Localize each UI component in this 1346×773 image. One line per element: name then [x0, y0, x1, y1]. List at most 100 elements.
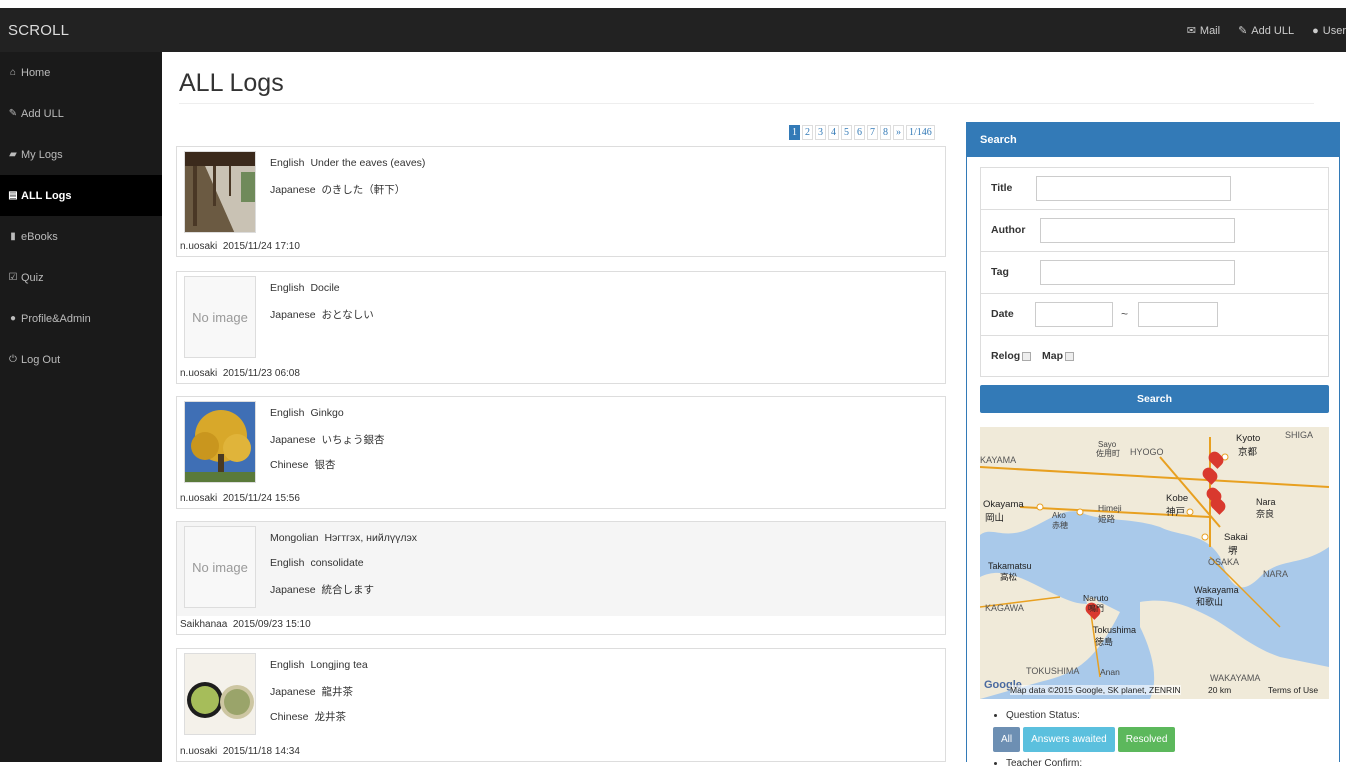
page-link-6[interactable]: 6 [854, 125, 865, 140]
sidebar-item-label: Add ULL [21, 107, 64, 120]
page-link-8[interactable]: 8 [880, 125, 891, 140]
map-terms-link[interactable]: Terms of Use [1268, 685, 1318, 695]
sidebar-item-label: Profile&Admin [21, 312, 91, 325]
sidebar-item-log-out[interactable]: ⏻ Log Out [0, 339, 162, 380]
log-line: Chinese 银杏 [270, 459, 336, 471]
add-ull-label: Add ULL [1251, 24, 1295, 37]
map-label: TOKUSHIMA [1026, 666, 1080, 676]
power-icon: ⏻ [9, 354, 17, 365]
log-thumbnail[interactable] [184, 151, 256, 233]
log-card[interactable]: English Ginkgo Japanese いちょう銀杏 Chinese 银杏 n… [176, 396, 946, 509]
page-link-1[interactable]: 1 [789, 125, 800, 140]
relog-checkbox[interactable] [1022, 351, 1032, 361]
log-line: English consolidate [270, 557, 364, 569]
log-author[interactable]: n.uosaki [180, 368, 217, 379]
log-footer: n.uosaki 2015/11/24 15:56 [177, 490, 945, 508]
date-from-input[interactable] [1035, 302, 1113, 327]
brand-logo[interactable]: SCROLL [8, 22, 69, 39]
map-label: SHIGA [1285, 430, 1314, 440]
log-line: Japanese 統合します [270, 584, 375, 596]
page-link-3[interactable]: 3 [815, 125, 826, 140]
log-line: Japanese いちょう銀杏 [270, 434, 385, 446]
log-card[interactable]: English Under the eaves (eaves) Japanese の… [176, 146, 946, 257]
filter-all-button[interactable]: All [993, 727, 1021, 752]
checkbox-icon: ☑ [8, 272, 18, 283]
sidebar-item-all-logs[interactable]: ▤ ALL Logs [0, 175, 162, 216]
sidebar-item-add-ull[interactable]: ✎ Add ULL [0, 93, 162, 134]
log-line: Mongolian Нэгтгэх, нийлүүлэх [270, 532, 417, 544]
envelope-icon: ✉ [1186, 25, 1196, 37]
log-card[interactable]: No image Mongolian Нэгтгэх, нийлүүлэх Eng… [176, 521, 946, 635]
log-line: English Docile [270, 282, 340, 294]
sidebar-item-home[interactable]: ⌂ Home [0, 52, 162, 93]
map-label: 堺 [1228, 546, 1238, 557]
sidebar-item-ebooks[interactable]: ▮ eBooks [0, 216, 162, 257]
map-label: HYOGO [1130, 447, 1164, 457]
map-checkbox[interactable] [1065, 351, 1074, 361]
log-line: Chinese 龙井茶 [270, 711, 347, 723]
log-thumbnail[interactable]: No image [184, 526, 256, 608]
map-label: Nara [1256, 497, 1276, 507]
page-next-link[interactable]: » [893, 125, 904, 140]
tag-input[interactable] [1040, 260, 1235, 285]
top-navbar: SCROLL ✉ Mail ✎ Add ULL ● User [0, 8, 1346, 52]
sidebar-item-label: Log Out [21, 353, 61, 366]
date-label: Date [991, 308, 1014, 320]
map-view[interactable]: Kyoto 京都 SHIGA HYOGO Sayo 佐用町 KAYAMA Oka… [980, 427, 1329, 699]
search-button[interactable]: Search [980, 385, 1329, 413]
top-nav-links: ✉ Mail ✎ Add ULL ● User [1186, 24, 1346, 38]
log-author[interactable]: n.uosaki [180, 241, 217, 252]
map-label: Anan [1100, 667, 1120, 677]
log-thumbnail[interactable]: No image [184, 276, 256, 358]
log-thumbnail[interactable] [184, 653, 256, 735]
filter-resolved-button[interactable]: Resolved [1117, 727, 1176, 752]
log-date: 2015/09/23 15:10 [232, 619, 311, 630]
log-author[interactable]: n.uosaki [180, 746, 217, 757]
pagination: 1 2 3 4 5 6 7 8 » 1/146 [789, 125, 935, 140]
map-label: Kyoto [1236, 433, 1261, 444]
map-label: Naruto [1083, 593, 1109, 603]
log-thumbnail[interactable] [184, 401, 256, 483]
folder-icon: ▰ [9, 149, 17, 160]
mail-link[interactable]: ✉ Mail [1186, 24, 1221, 38]
title-input[interactable] [1036, 176, 1231, 201]
sidebar-item-profile-admin[interactable]: ● Profile&Admin [0, 298, 162, 339]
home-icon: ⌂ [9, 67, 17, 78]
teacher-confirm-label: Teacher Confirm: [1006, 755, 1329, 773]
add-ull-link[interactable]: ✎ Add ULL [1238, 24, 1295, 38]
map-label: WAKAYAMA [1210, 673, 1261, 683]
map-label: 高松 [1000, 572, 1018, 582]
log-card[interactable]: No image English Docile Japanese おとなしい n.u… [176, 271, 946, 384]
map-label: 和歌山 [1196, 597, 1224, 607]
log-footer: n.uosaki 2015/11/23 06:08 [177, 365, 945, 383]
page-link-7[interactable]: 7 [867, 125, 878, 140]
log-author[interactable]: n.uosaki [180, 493, 217, 504]
user-menu[interactable]: ● User [1312, 24, 1346, 37]
page-link-4[interactable]: 4 [828, 125, 839, 140]
map-label: OSAKA [1208, 557, 1240, 567]
mail-label: Mail [1199, 24, 1221, 37]
map-scale: 20 km [1208, 685, 1232, 695]
log-footer: n.uosaki 2015/11/18 14:34 [177, 743, 945, 761]
log-author[interactable]: Saikhanaa [180, 619, 227, 630]
sidebar-item-label: ALL Logs [21, 189, 72, 202]
log-date: 2015/11/18 14:34 [222, 746, 300, 757]
map-label: Ako [1052, 511, 1066, 520]
author-label: Author [991, 224, 1026, 236]
map-label: KAGAWA [985, 603, 1024, 613]
map-label: NARA [1263, 569, 1289, 579]
page-total[interactable]: 1/146 [906, 125, 935, 140]
log-card[interactable]: English Longjing tea Japanese 龍井茶 Chinese 龙… [176, 648, 946, 762]
author-input[interactable] [1040, 218, 1235, 243]
map-label: 鳴門 [1088, 604, 1104, 613]
sidebar-item-quiz[interactable]: ☑ Quiz [0, 257, 162, 298]
log-line: English Ginkgo [270, 407, 344, 419]
date-to-input[interactable] [1138, 302, 1218, 327]
filter-answers-awaited-button[interactable]: Answers awaited [1023, 727, 1115, 752]
log-line: Japanese おとなしい [270, 309, 374, 321]
page-link-2[interactable]: 2 [802, 125, 813, 140]
map-label: 赤穂 [1052, 521, 1068, 530]
page-link-5[interactable]: 5 [841, 125, 852, 140]
search-panel: Search Title Author Tag Date ~ Relog Map… [966, 122, 1340, 769]
sidebar-item-my-logs[interactable]: ▰ My Logs [0, 134, 162, 175]
